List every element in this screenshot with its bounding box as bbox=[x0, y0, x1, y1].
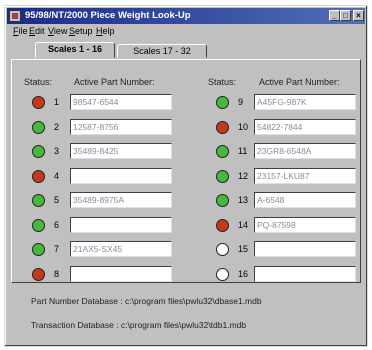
maximize-button[interactable]: □ bbox=[340, 10, 351, 21]
status-light-icon bbox=[32, 96, 45, 109]
status-light-icon bbox=[216, 267, 229, 281]
status-light-icon bbox=[32, 194, 45, 207]
scale-row: 11 23GR8-6548A bbox=[216, 143, 366, 161]
scale-row: 2 12587-8756 bbox=[32, 118, 182, 137]
scale-number: 13 bbox=[238, 195, 249, 205]
scale-number: 15 bbox=[238, 244, 249, 254]
part-number-database-path: Part Number Database : c:\program files\… bbox=[31, 296, 262, 306]
menu-help[interactable]: Help bbox=[96, 26, 115, 36]
active-part-number-field[interactable]: PQ-87598 bbox=[254, 216, 356, 233]
scale-number: 11 bbox=[238, 146, 248, 156]
transaction-database-path: Transaction Database : c:\program files\… bbox=[31, 320, 247, 330]
status-light-icon bbox=[32, 267, 45, 281]
scale-number: 8 bbox=[54, 268, 60, 279]
scale-row: 6 bbox=[32, 216, 182, 235]
menu-bar: File Edit View Setup Help bbox=[7, 25, 365, 38]
active-part-number-field[interactable] bbox=[70, 265, 172, 282]
tab-scales-1-16[interactable]: Scales 1 - 16 bbox=[35, 42, 115, 58]
scale-number: 14 bbox=[238, 219, 249, 230]
status-light-icon bbox=[32, 120, 45, 134]
active-part-number-field[interactable]: A-6548 bbox=[254, 192, 356, 208]
active-part-number-field[interactable] bbox=[254, 265, 356, 282]
active-part-number-field[interactable]: 54822-7844 bbox=[254, 118, 356, 135]
status-light-icon bbox=[32, 145, 45, 158]
scale-row: 5 35489-8975A bbox=[32, 192, 182, 210]
scale-number: 6 bbox=[54, 219, 60, 230]
scale-row: 10 54822-7844 bbox=[216, 118, 366, 137]
scales-panel: Status: Active Part Number: Status: Acti… bbox=[11, 59, 361, 283]
status-light-icon bbox=[32, 169, 45, 183]
scale-row: 1 98547-6544 bbox=[32, 94, 182, 112]
menu-file[interactable]: File bbox=[13, 26, 28, 36]
active-part-number-field[interactable] bbox=[254, 241, 356, 257]
scale-row: 7 21AX5-SX45 bbox=[32, 241, 182, 259]
scale-number: 2 bbox=[54, 121, 60, 132]
scale-row: 15 bbox=[216, 241, 366, 259]
scale-row: 9 A45FG-987K bbox=[216, 94, 366, 112]
scale-row: 16 bbox=[216, 265, 366, 284]
app-window: 95/98/NT/2000 Piece Weight Look-Up _ □ ×… bbox=[4, 5, 368, 347]
scale-number: 3 bbox=[54, 146, 60, 156]
active-part-number-field[interactable]: 98547-6544 bbox=[70, 94, 172, 110]
menu-setup[interactable]: Setup bbox=[69, 26, 93, 36]
scale-number: 9 bbox=[238, 97, 244, 107]
scale-row: 13 A-6548 bbox=[216, 192, 366, 210]
scale-row: 3 35489-8425 bbox=[32, 143, 182, 161]
part-header-left: Active Part Number: bbox=[74, 77, 155, 87]
scale-row: 8 bbox=[32, 265, 182, 284]
scale-number: 10 bbox=[238, 121, 249, 132]
minimize-button[interactable]: _ bbox=[329, 10, 340, 21]
scale-row: 4 bbox=[32, 167, 182, 186]
status-light-icon bbox=[216, 243, 229, 256]
active-part-number-field[interactable]: 23GR8-6548A bbox=[254, 143, 356, 159]
scale-number: 12 bbox=[238, 170, 249, 181]
scale-row: 12 23157-LKU87 bbox=[216, 167, 366, 186]
scale-number: 16 bbox=[238, 268, 249, 279]
scale-icon[interactable] bbox=[9, 10, 21, 22]
active-part-number-field[interactable]: 35489-8425 bbox=[70, 143, 172, 159]
window-title: 95/98/NT/2000 Piece Weight Look-Up bbox=[25, 10, 191, 21]
active-part-number-field[interactable]: 21AX5-SX45 bbox=[70, 241, 172, 257]
part-header-right: Active Part Number: bbox=[259, 77, 340, 87]
status-light-icon bbox=[216, 169, 229, 183]
status-light-icon bbox=[216, 194, 229, 207]
active-part-number-field[interactable]: 35489-8975A bbox=[70, 192, 172, 208]
scale-number: 1 bbox=[54, 97, 60, 107]
menu-view[interactable]: View bbox=[48, 26, 67, 36]
active-part-number-field[interactable] bbox=[70, 167, 172, 184]
active-part-number-field[interactable]: 23157-LKU87 bbox=[254, 167, 356, 184]
scale-number: 4 bbox=[54, 170, 60, 181]
status-header-right: Status: bbox=[208, 77, 237, 87]
active-part-number-field[interactable]: A45FG-987K bbox=[254, 94, 356, 110]
scale-number: 7 bbox=[54, 244, 60, 254]
status-light-icon bbox=[32, 243, 45, 256]
status-light-icon bbox=[216, 120, 229, 134]
close-button[interactable]: × bbox=[353, 10, 364, 21]
status-header-left: Status: bbox=[24, 77, 53, 87]
menu-edit[interactable]: Edit bbox=[29, 26, 45, 36]
status-light-icon bbox=[216, 218, 229, 232]
active-part-number-field[interactable] bbox=[70, 216, 172, 233]
scale-row: 14 PQ-87598 bbox=[216, 216, 366, 235]
tab-scales-17-32[interactable]: Scales 17 - 32 bbox=[117, 44, 207, 58]
title-bar[interactable]: 95/98/NT/2000 Piece Weight Look-Up _ □ × bbox=[7, 8, 365, 24]
status-light-icon bbox=[216, 145, 229, 158]
active-part-number-field[interactable]: 12587-8756 bbox=[70, 118, 172, 135]
status-light-icon bbox=[32, 218, 45, 232]
scale-number: 5 bbox=[54, 195, 60, 205]
status-light-icon bbox=[216, 96, 229, 109]
